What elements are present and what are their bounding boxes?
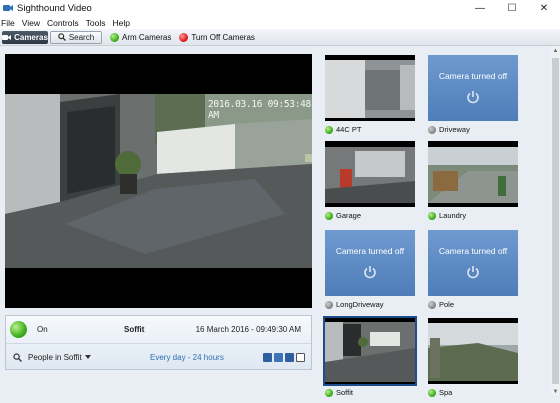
scrollbar-thumb[interactable] (552, 58, 559, 384)
rule-label: People in Soffit (28, 352, 82, 362)
camera-tile-longdriveway[interactable]: Camera turned off LongDriveway (325, 230, 415, 309)
camera-tile-garage[interactable]: Garage (325, 141, 415, 220)
camera-thumbnail (325, 55, 415, 121)
minimize-button[interactable]: — (464, 0, 496, 16)
main-video-panel[interactable]: 2016.03.16 09:53:48 AM (5, 54, 312, 308)
power-icon (467, 91, 479, 104)
tab-search[interactable]: Search (50, 30, 102, 44)
main-video-feed: 2016.03.16 09:53:48 AM (5, 94, 312, 268)
camera-status-icon (428, 300, 436, 309)
camera-status-icon (428, 125, 436, 134)
camera-tile-soffit[interactable]: Soffit (323, 316, 417, 397)
enable-checkbox[interactable] (296, 352, 305, 362)
email-alert-icon[interactable] (285, 352, 294, 362)
camera-tile-laundry[interactable]: Laundry (428, 141, 518, 220)
scroll-down-icon[interactable]: ▼ (551, 387, 560, 396)
camera-status-icon (325, 211, 333, 220)
camera-off-text: Camera turned off (438, 246, 508, 256)
chevron-down-icon (84, 355, 91, 359)
toolbar: Cameras Search Arm Cameras Turn Off Came… (0, 29, 560, 46)
title-bar: Sighthound Video — ☐ ✕ (0, 0, 560, 16)
arm-cameras-label: Arm Cameras (122, 32, 172, 42)
scroll-up-icon[interactable]: ▲ (551, 46, 560, 55)
menu-view[interactable]: View (22, 18, 45, 28)
power-icon (467, 266, 479, 279)
camera-name: Driveway (439, 125, 470, 134)
camera-status-icon (325, 125, 333, 134)
save-clip-icon[interactable] (263, 352, 272, 362)
camera-name: Laundry (439, 211, 467, 220)
rule-dropdown[interactable]: People in Soffit (28, 353, 91, 362)
search-icon (13, 352, 22, 362)
menu-tools[interactable]: Tools (86, 18, 111, 28)
camera-name: 44C PT (336, 125, 362, 134)
close-button[interactable]: ✕ (528, 0, 560, 16)
camera-thumbnail (323, 316, 417, 386)
camera-name: LongDriveway (336, 300, 384, 309)
maximize-button[interactable]: ☐ (496, 0, 528, 16)
camera-name: Pole (439, 300, 455, 309)
turn-off-cameras-button[interactable]: Turn Off Cameras (179, 32, 255, 42)
menu-help[interactable]: Help (112, 18, 134, 28)
camera-name: Spa (439, 388, 453, 397)
menu-controls[interactable]: Controls (47, 18, 84, 28)
power-icon (364, 266, 376, 279)
camera-list-scrollbar[interactable]: ▲ ▼ (551, 46, 560, 396)
camera-thumbnail (428, 141, 518, 207)
video-timestamp: 2016.03.16 09:53:48 AM (208, 99, 311, 121)
camera-status-icon[interactable] (10, 321, 27, 338)
camera-name: Soffit (336, 388, 353, 397)
app-logo-icon (3, 5, 13, 11)
tab-cameras[interactable]: Cameras (2, 30, 48, 44)
arm-cameras-button[interactable]: Arm Cameras (110, 32, 172, 42)
camera-tile-driveway[interactable]: Camera turned off Driveway (428, 55, 518, 134)
camera-status-icon (325, 300, 333, 309)
camera-off-text: Camera turned off (438, 71, 508, 81)
camera-off-tile: Camera turned off (325, 230, 415, 296)
camera-icon (2, 34, 12, 40)
camera-off-tile: Camera turned off (428, 55, 518, 121)
menu-file[interactable]: File (1, 18, 20, 28)
schedule-link[interactable]: Every day - 24 hours (150, 353, 224, 362)
search-icon (58, 33, 66, 41)
camera-status-icon (428, 388, 436, 397)
camera-tile-44c-pt[interactable]: 44C PT (325, 55, 415, 134)
red-status-icon (179, 32, 189, 42)
window-title: Sighthound Video (17, 2, 92, 14)
camera-off-text: Camera turned off (335, 246, 405, 256)
camera-status-icon (325, 388, 333, 397)
camera-off-tile: Camera turned off (428, 230, 518, 296)
camera-status-text: On (37, 325, 48, 334)
recording-datetime: 16 March 2016 - 09:49:30 AM (195, 325, 301, 334)
camera-thumbnail (428, 318, 518, 384)
camera-tile-pole[interactable]: Camera turned off Pole (428, 230, 518, 309)
camera-status-icon (428, 211, 436, 220)
camera-thumbnail (325, 141, 415, 207)
green-status-icon (110, 32, 119, 42)
camera-tile-spa[interactable]: Spa (428, 318, 518, 397)
selected-camera-name: Soffit (124, 325, 145, 334)
save-image-icon[interactable] (274, 352, 283, 362)
tab-cameras-label: Cameras (14, 32, 48, 42)
tab-search-label: Search (68, 32, 95, 42)
camera-name: Garage (336, 211, 362, 220)
camera-info-panel: On Soffit 16 March 2016 - 09:49:30 AM Pe… (5, 315, 312, 370)
turn-off-cameras-label: Turn Off Cameras (191, 32, 255, 42)
menu-bar: File View Controls Tools Help (0, 16, 560, 29)
